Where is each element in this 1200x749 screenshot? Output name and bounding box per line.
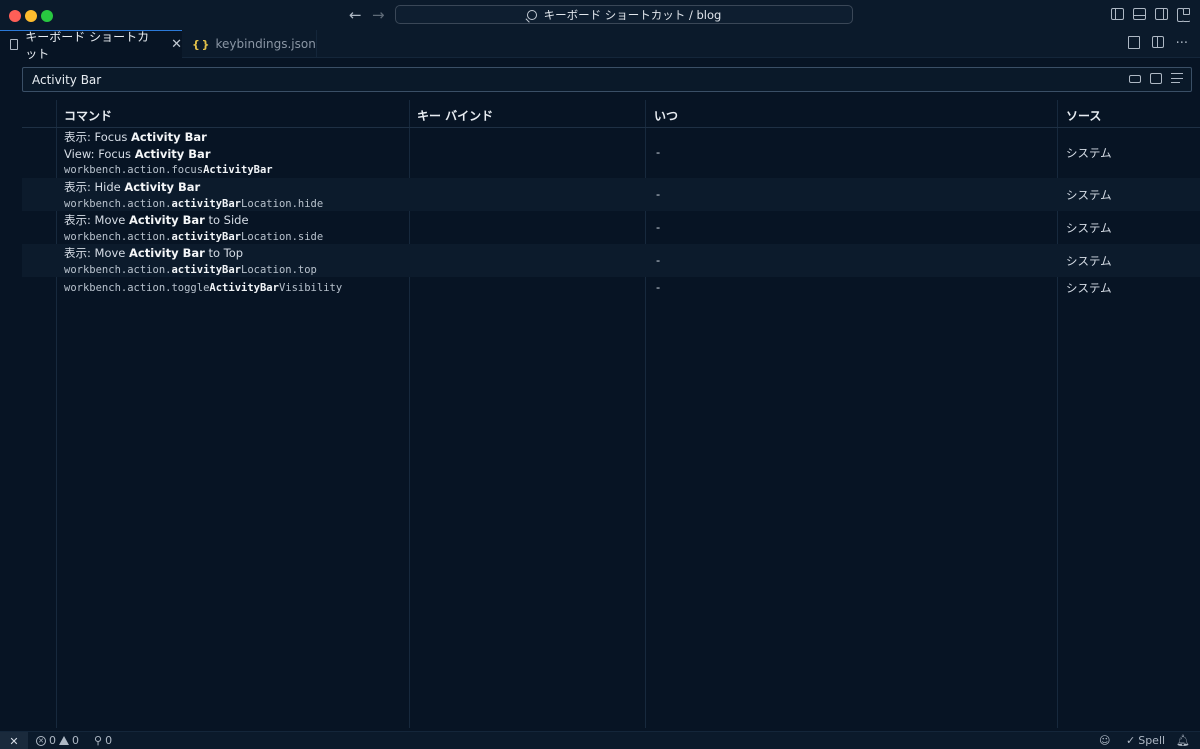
- json-icon: { }: [192, 37, 209, 51]
- command-id: workbench.action.activityBarLocation.hid…: [64, 197, 324, 210]
- command-id: workbench.action.focusActivityBar: [64, 164, 273, 176]
- keybindings-table: コマンド キー バインド いつ ソース 表示: Focus Activity B…: [22, 100, 1200, 728]
- command-cell: 表示: Move Activity Bar to Top workbench.a…: [64, 245, 317, 278]
- tab-keyboard-shortcuts[interactable]: キーボード ショートカット ✕: [0, 30, 182, 61]
- editor-tab-bar: キーボード ショートカット ✕ { } keybindings.json ···: [0, 30, 1200, 61]
- check-icon: ✓: [1126, 734, 1136, 747]
- table-row[interactable]: workbench.action.toggleActivityBarVisibi…: [22, 277, 1200, 299]
- bell-icon: 🔔︎: [1176, 734, 1190, 747]
- when-cell: -: [656, 220, 661, 234]
- command-title: 表示: Move Activity Bar to Side: [64, 213, 249, 227]
- tab-label: キーボード ショートカット: [25, 29, 150, 61]
- header-command[interactable]: コマンド: [64, 107, 112, 124]
- error-count: 0: [49, 734, 56, 747]
- table-row[interactable]: 表示: Focus Activity Bar View: Focus Activ…: [22, 128, 1200, 178]
- forward-arrow-icon[interactable]: →: [372, 6, 385, 24]
- search-actions: [1129, 73, 1183, 84]
- toggle-primary-sidebar-icon[interactable]: [1111, 8, 1124, 20]
- warning-count: 0: [72, 734, 79, 747]
- command-id: workbench.action.activityBarLocation.top: [64, 263, 317, 276]
- minimize-window-button[interactable]: [25, 10, 37, 22]
- sort-by-precedence-icon[interactable]: [1171, 73, 1183, 84]
- header-keybinding[interactable]: キー バインド: [417, 107, 493, 124]
- copilot-icon: ☺: [1099, 734, 1111, 747]
- command-title: 表示: Hide Activity Bar: [64, 180, 201, 194]
- title-bar: ← → キーボード ショートカット / blog: [0, 0, 1200, 30]
- command-cell: 表示: Hide Activity Bar workbench.action.a…: [64, 179, 323, 212]
- editor-actions: ···: [1127, 36, 1188, 51]
- source-cell: システム: [1066, 254, 1112, 268]
- remote-indicator[interactable]: ✕: [0, 732, 28, 749]
- table-row[interactable]: 表示: Move Activity Bar to Top workbench.a…: [22, 244, 1200, 277]
- table-row[interactable]: 表示: Move Activity Bar to Side workbench.…: [22, 211, 1200, 244]
- command-id: workbench.action.activityBarLocation.sid…: [64, 230, 324, 243]
- notifications-indicator[interactable]: 🔔︎: [1176, 734, 1190, 747]
- source-cell: システム: [1066, 188, 1112, 202]
- more-actions-icon[interactable]: ···: [1176, 36, 1188, 51]
- open-keyboard-shortcuts-json-icon[interactable]: [1127, 36, 1140, 49]
- file-icon: [10, 39, 19, 50]
- maximize-window-button[interactable]: [41, 10, 53, 22]
- command-id: workbench.action.toggleActivityBarVisibi…: [64, 282, 343, 294]
- command-center[interactable]: キーボード ショートカット / blog: [395, 5, 853, 24]
- ports-indicator[interactable]: ⚲ 0: [94, 734, 112, 747]
- tab-label: keybindings.json: [215, 37, 316, 51]
- command-title: 表示: Focus Activity Bar: [64, 130, 207, 144]
- spell-label: Spell: [1138, 734, 1166, 747]
- customize-layout-icon[interactable]: [1177, 8, 1190, 22]
- remote-icon: ✕: [9, 734, 19, 748]
- command-cell: 表示: Move Activity Bar to Side workbench.…: [64, 212, 323, 245]
- spell-indicator[interactable]: ✓ Spell: [1126, 734, 1165, 747]
- toggle-secondary-sidebar-icon[interactable]: [1155, 8, 1168, 20]
- command-alt-title: View: Focus Activity Bar: [64, 146, 211, 161]
- source-cell: システム: [1066, 221, 1112, 235]
- problems-indicator[interactable]: ✕ 0 0: [36, 734, 79, 747]
- status-bar: ✕ ✕ 0 0 ⚲ 0 ☺ ✓ Spell 🔔︎: [0, 731, 1200, 749]
- table-row[interactable]: 表示: Hide Activity Bar workbench.action.a…: [22, 178, 1200, 211]
- keybinding-search-input[interactable]: Activity Bar: [22, 67, 1192, 92]
- source-cell: システム: [1066, 281, 1112, 295]
- layout-controls: [1111, 8, 1190, 22]
- when-cell: -: [656, 187, 661, 201]
- command-center-label: キーボード ショートカット / blog: [543, 7, 722, 22]
- command-cell: 表示: Focus Activity Bar View: Focus Activ…: [64, 129, 273, 179]
- warning-icon: [59, 736, 69, 745]
- tab-keybindings-json[interactable]: { } keybindings.json: [182, 30, 317, 58]
- record-keys-icon[interactable]: [1150, 73, 1162, 84]
- search-icon: [526, 9, 537, 20]
- split-editor-icon[interactable]: [1151, 36, 1164, 48]
- copilot-indicator[interactable]: ☺: [1099, 734, 1110, 747]
- command-cell: workbench.action.toggleActivityBarVisibi…: [64, 280, 342, 297]
- error-icon: ✕: [36, 735, 46, 746]
- close-icon[interactable]: ✕: [171, 37, 182, 52]
- source-cell: システム: [1066, 146, 1112, 160]
- keyboard-icon[interactable]: [1129, 75, 1141, 83]
- header-source[interactable]: ソース: [1066, 107, 1101, 124]
- back-arrow-icon[interactable]: ←: [349, 6, 362, 24]
- header-when[interactable]: いつ: [654, 107, 678, 124]
- when-cell: -: [656, 253, 661, 267]
- toggle-panel-icon[interactable]: [1133, 8, 1146, 20]
- search-value: Activity Bar: [32, 72, 102, 87]
- command-title: 表示: Move Activity Bar to Top: [64, 246, 244, 260]
- table-header: コマンド キー バインド いつ ソース: [22, 100, 1200, 128]
- when-cell: -: [656, 280, 661, 294]
- broadcast-icon: ⚲: [94, 734, 103, 747]
- ports-count: 0: [105, 734, 113, 747]
- close-window-button[interactable]: [9, 10, 21, 22]
- when-cell: -: [656, 145, 661, 159]
